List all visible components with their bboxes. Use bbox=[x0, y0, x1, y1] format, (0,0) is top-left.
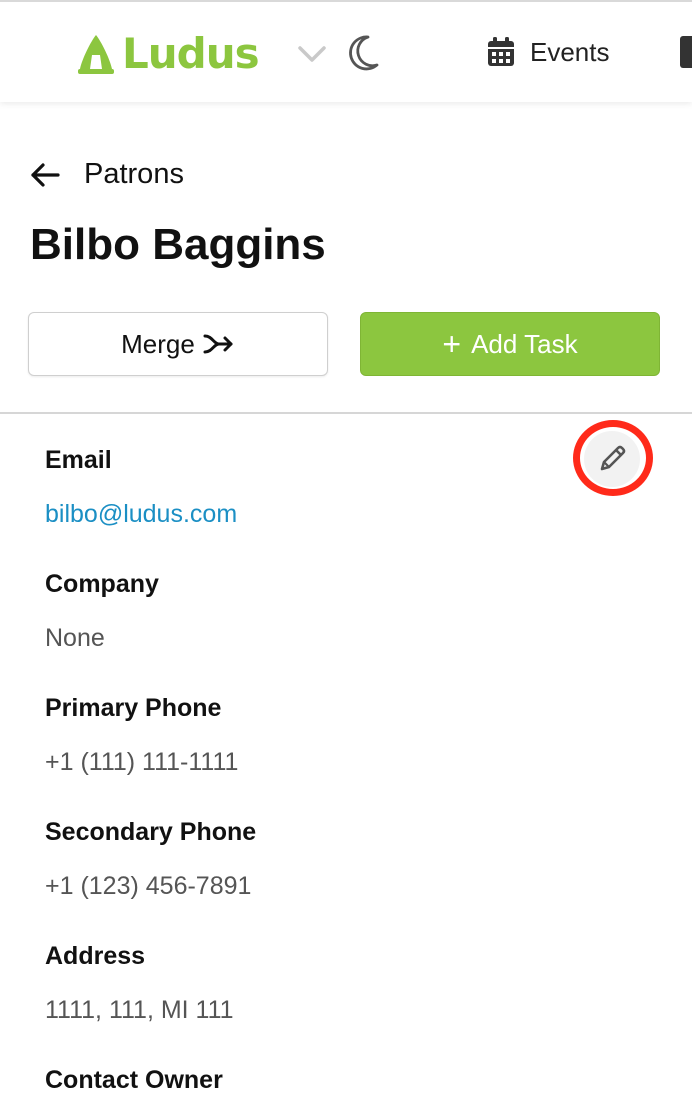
add-task-button-label: Add Task bbox=[471, 328, 578, 359]
brand-name: Ludus bbox=[122, 29, 260, 78]
brand-dropdown-toggle[interactable] bbox=[296, 42, 328, 71]
nav-events-label: Events bbox=[530, 36, 610, 67]
company-value: None bbox=[45, 624, 105, 652]
address-label: Address bbox=[45, 942, 146, 970]
nav-events-link[interactable]: Events bbox=[486, 36, 610, 68]
chevron-down-icon bbox=[298, 46, 326, 62]
secondary-phone-value: +1 (123) 456-7891 bbox=[45, 872, 252, 900]
email-label: Email bbox=[45, 446, 112, 474]
merge-button[interactable]: Merge bbox=[28, 312, 328, 376]
company-label: Company bbox=[45, 570, 159, 598]
address-value: 1111, 111, MI 111 bbox=[45, 996, 234, 1024]
secondary-phone-label: Secondary Phone bbox=[45, 818, 257, 846]
back-to-patrons-link[interactable]: Patrons bbox=[30, 158, 184, 191]
merge-button-label: Merge bbox=[121, 328, 195, 359]
brand-logo[interactable]: Ludus bbox=[76, 29, 260, 78]
page-title: Bilbo Baggins bbox=[30, 220, 326, 269]
ludus-logo-icon bbox=[78, 35, 114, 74]
highlight-ring bbox=[573, 420, 653, 496]
theme-toggle[interactable] bbox=[346, 34, 380, 77]
primary-phone-value: +1 (111) 111-1111 bbox=[45, 748, 239, 776]
add-task-button[interactable]: + Add Task bbox=[360, 312, 660, 376]
moon-icon bbox=[349, 35, 379, 71]
top-navigation-bar: Ludus Events bbox=[0, 0, 692, 102]
merge-icon bbox=[203, 334, 233, 354]
arrow-left-icon bbox=[31, 162, 60, 187]
plus-icon: + bbox=[442, 326, 462, 362]
calendar-icon bbox=[488, 37, 514, 66]
section-divider bbox=[0, 412, 692, 414]
primary-phone-label: Primary Phone bbox=[45, 694, 222, 722]
contact-owner-label: Contact Owner bbox=[45, 1066, 223, 1094]
nav-next-icon[interactable] bbox=[680, 36, 692, 68]
breadcrumb-patrons: Patrons bbox=[84, 158, 184, 190]
email-value-link[interactable]: bilbo@ludus.com bbox=[45, 500, 237, 529]
